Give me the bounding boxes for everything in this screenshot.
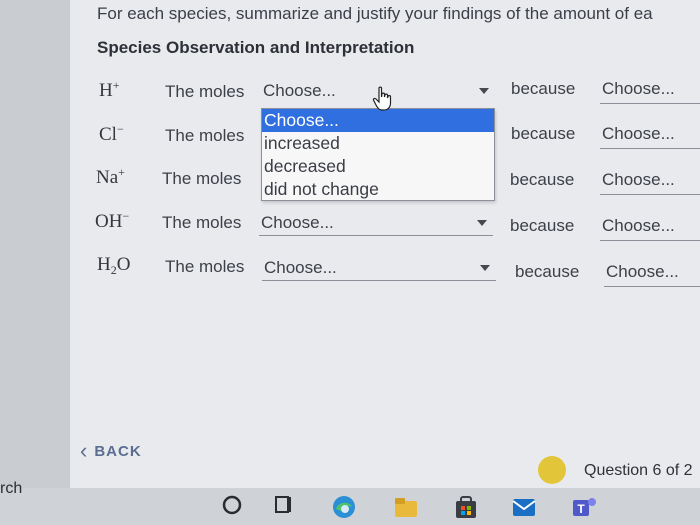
taskbar-search[interactable]: rch: [0, 480, 22, 498]
folder-icon[interactable]: [392, 493, 420, 521]
because-label-4: because: [510, 216, 575, 235]
chevron-left-icon: ‹: [80, 438, 89, 463]
chevron-down-icon: [477, 220, 487, 226]
chevron-down-icon: [480, 265, 490, 271]
because-label-3: because: [510, 170, 575, 189]
chevron-down-icon: [479, 88, 489, 94]
because-select-5[interactable]: Choose...: [604, 259, 700, 287]
because-select-3[interactable]: Choose...: [600, 167, 700, 195]
quiz-page: [70, 0, 700, 488]
teams-icon[interactable]: T: [570, 493, 598, 521]
hand-cursor-icon: [372, 86, 392, 111]
species-h-plus: H+: [99, 78, 120, 101]
moles-label-5: The moles: [165, 257, 245, 276]
because-label-2: because: [511, 124, 576, 143]
question-status-dot: [538, 456, 566, 484]
moles-select-4[interactable]: Choose...: [259, 210, 493, 236]
moles-select-5-value: Choose...: [264, 258, 337, 277]
because-select-2[interactable]: Choose...: [600, 121, 700, 149]
species-water: H2O: [97, 254, 131, 277]
dropdown-option-decreased[interactable]: decreased: [262, 155, 494, 178]
back-button[interactable]: ‹ BACK: [80, 436, 142, 463]
moles-label-4: The moles: [162, 213, 242, 232]
edge-icon[interactable]: [330, 493, 358, 521]
instruction-text: For each species, summarize and justify …: [97, 4, 653, 23]
species-oh-minus: OH−: [95, 209, 130, 232]
moles-select-5[interactable]: Choose...: [262, 255, 496, 281]
species-na-plus: Na+: [96, 165, 125, 188]
files-icon[interactable]: [272, 493, 296, 517]
mail-icon[interactable]: [510, 493, 538, 521]
because-select-1[interactable]: Choose...: [600, 76, 700, 104]
header-observation: Observation and Interpretation: [166, 38, 415, 57]
svg-text:T: T: [577, 502, 585, 516]
species-cl-minus: Cl−: [99, 122, 124, 145]
because-select-4[interactable]: Choose...: [600, 213, 700, 241]
moles-select-1-value: Choose...: [263, 81, 336, 100]
moles-dropdown-list: Choose... increased decreased did not ch…: [261, 108, 495, 201]
header-species: Species: [97, 38, 162, 57]
dropdown-option-choose[interactable]: Choose...: [262, 109, 494, 132]
launcher-circle-icon[interactable]: [220, 493, 244, 517]
moles-select-4-value: Choose...: [261, 213, 334, 232]
dropdown-option-increased[interactable]: increased: [262, 132, 494, 155]
question-progress: Question 6 of 2: [584, 462, 693, 479]
moles-label-2: The moles: [165, 126, 245, 145]
moles-label-3: The moles: [162, 169, 242, 188]
store-icon[interactable]: [452, 493, 480, 521]
because-label-5: because: [515, 262, 580, 281]
moles-label-1: The moles: [165, 82, 245, 101]
dropdown-option-did-not-change[interactable]: did not change: [262, 178, 494, 201]
because-label-1: because: [511, 79, 576, 98]
